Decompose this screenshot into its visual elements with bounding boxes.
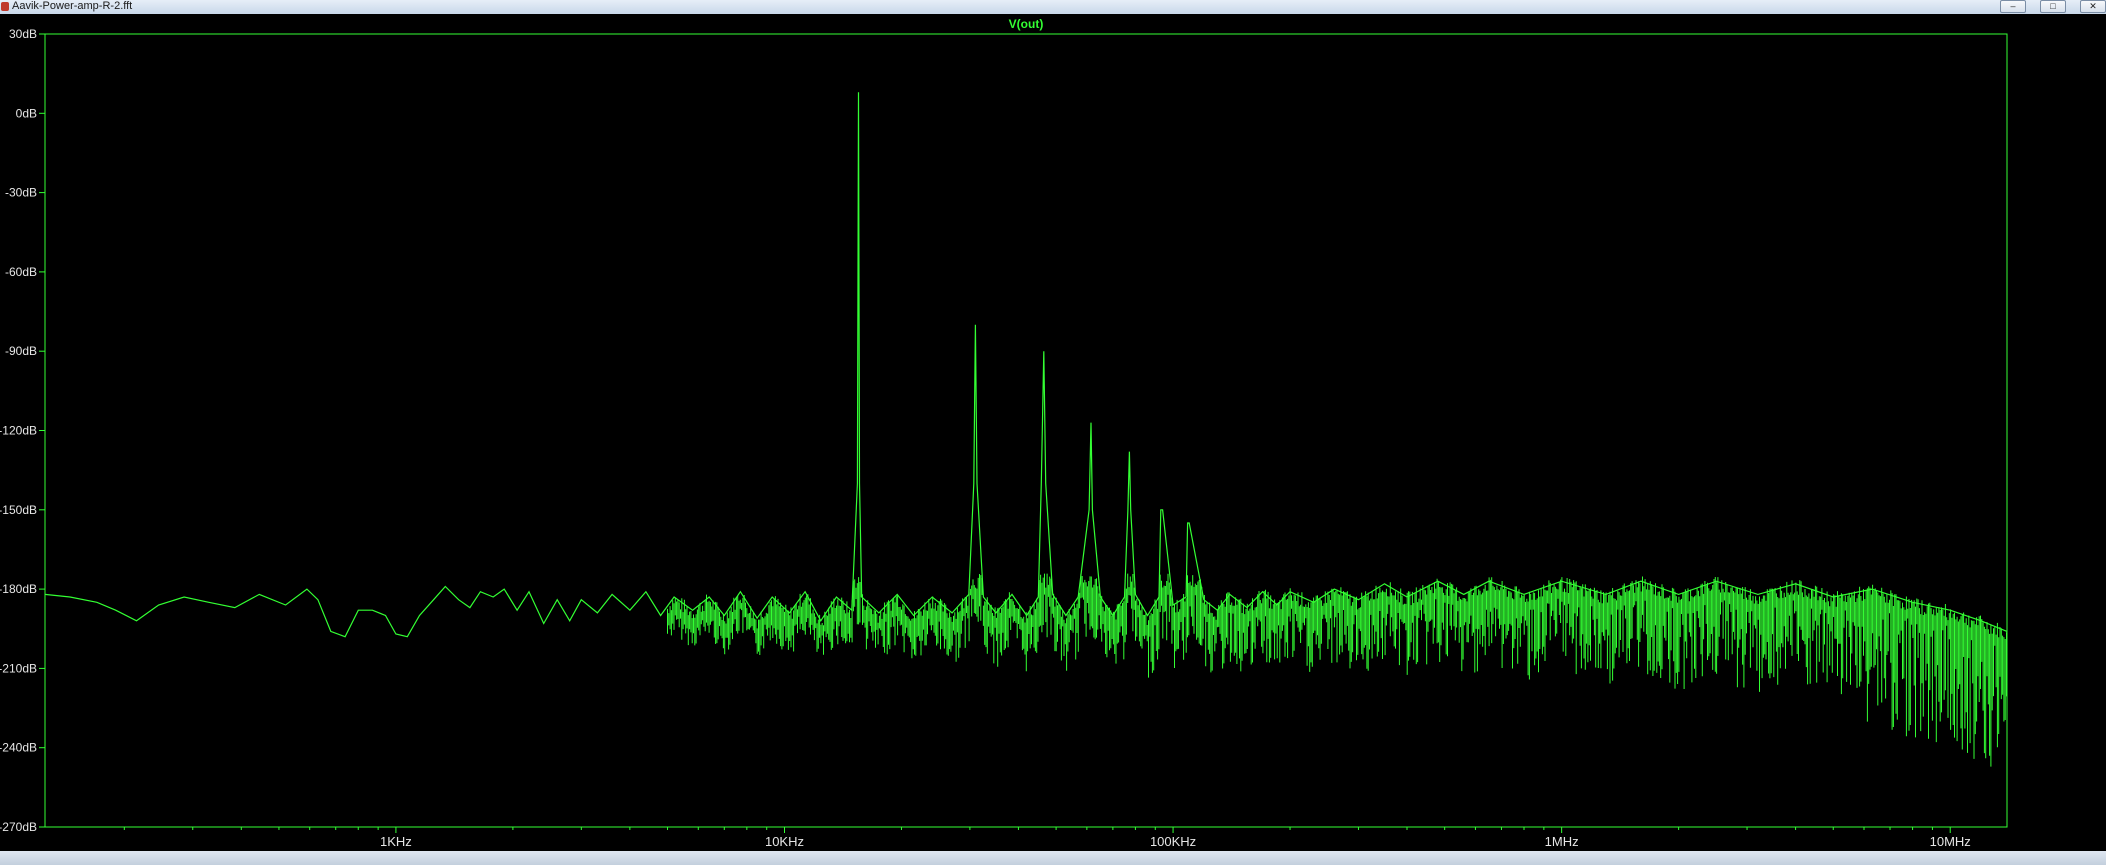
y-tick-label: -210dB (0, 661, 37, 675)
minimize-button[interactable]: – (2000, 0, 2026, 13)
v-out-trace[interactable] (44, 92, 2008, 638)
plot-canvas[interactable]: V(out) 30dB 0dB -30dB -60dB -90dB -120dB -150d… (0, 14, 2106, 851)
y-tick-label: -60dB (5, 265, 37, 279)
y-tick-label: -240dB (0, 741, 37, 755)
window-titlebar: Aavik-Power-amp-R-2.fft – □ ✕ (0, 0, 2106, 15)
x-tick-label: 10MHz (1930, 834, 1971, 849)
status-bar (0, 851, 2106, 865)
y-tick-label: 30dB (9, 27, 37, 41)
y-tick-label: -270dB (0, 820, 37, 834)
x-tick-label: 100KHz (1150, 834, 1196, 849)
y-tick-label: -90dB (5, 344, 37, 358)
x-tick-label: 1KHz (380, 834, 412, 849)
maximize-button[interactable]: □ (2040, 0, 2066, 13)
y-tick-label: -30dB (5, 186, 37, 200)
y-tick-label: -150dB (0, 503, 37, 517)
chart-title[interactable]: V(out) (1009, 17, 1044, 31)
window-title: Aavik-Power-amp-R-2.fft (12, 0, 133, 12)
close-button[interactable]: ✕ (2080, 0, 2106, 13)
y-axis: 30dB 0dB -30dB -60dB -90dB -120dB -150dB -180dB… (0, 27, 45, 834)
y-tick-label: -120dB (0, 424, 37, 438)
plot-frame (44, 33, 2008, 828)
x-tick-label: 10KHz (765, 834, 804, 849)
ltspice-app-icon (1, 2, 9, 11)
fft-plot[interactable]: V(out) 30dB 0dB -30dB -60dB -90dB -120dB -150d… (0, 14, 2106, 851)
x-axis: 1KHz 10KHz 100KHz 1MHz 10MHz (123, 827, 1971, 849)
x-tick-label: 1MHz (1545, 834, 1579, 849)
y-tick-label: -180dB (0, 582, 37, 596)
y-tick-label: 0dB (16, 106, 37, 120)
